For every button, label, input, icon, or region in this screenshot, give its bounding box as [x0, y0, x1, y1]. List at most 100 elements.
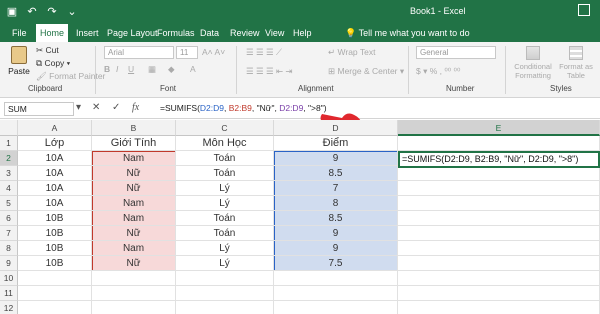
name-box[interactable]: SUM	[4, 102, 74, 116]
grid-cell[interactable]: 10A	[18, 151, 92, 166]
grid-cell[interactable]: Toán	[176, 211, 274, 226]
row-header[interactable]: 6	[0, 211, 18, 226]
grid-cell[interactable]: 8.5	[274, 166, 398, 181]
grid-cell[interactable]	[398, 301, 600, 314]
grid-cell[interactable]: 7.5	[274, 256, 398, 271]
copy-button[interactable]: ⧉ Copy ▾	[36, 58, 70, 69]
tab-help[interactable]: Help	[289, 24, 316, 42]
grid-cell[interactable]: Nam	[92, 196, 176, 211]
fill-color-icon[interactable]: ◆	[168, 64, 175, 75]
grid-cell[interactable]: 10B	[18, 256, 92, 271]
grid-cell[interactable]	[18, 286, 92, 301]
grid-cell[interactable]	[18, 271, 92, 286]
tab-data[interactable]: Data	[196, 24, 223, 42]
row-header[interactable]: 4	[0, 181, 18, 196]
grid-cell[interactable]: Lý	[176, 196, 274, 211]
grid-cell[interactable]: Lý	[176, 256, 274, 271]
undo-icon[interactable]: ↶	[26, 5, 38, 18]
grid-cell[interactable]: Nam	[92, 211, 176, 226]
tell-me-search[interactable]: 💡 Tell me what you want to do	[345, 26, 470, 40]
grid-cell[interactable]: Lý	[176, 241, 274, 256]
cut-button[interactable]: ✂ Cut	[36, 45, 59, 56]
row-header[interactable]: 3	[0, 166, 18, 181]
grid-cell[interactable]	[398, 196, 600, 211]
font-size-box[interactable]: 11	[176, 46, 198, 59]
grid-cell[interactable]: Nam	[92, 241, 176, 256]
grid-cell[interactable]	[18, 301, 92, 314]
grid-cell[interactable]: 10B	[18, 241, 92, 256]
column-header-c[interactable]: C	[176, 120, 274, 136]
grid-cell[interactable]: 10A	[18, 196, 92, 211]
column-header-b[interactable]: B	[92, 120, 176, 136]
align-top-icons[interactable]: ☰ ☰ ☰ ⟋	[246, 47, 282, 58]
grow-shrink-font-icon[interactable]: A˄ A˅	[202, 47, 225, 57]
row-header[interactable]: 1	[0, 136, 18, 151]
grid-cell[interactable]: Nữ	[92, 226, 176, 241]
grid-cell[interactable]	[398, 211, 600, 226]
conditional-formatting-button[interactable]: Conditional Formatting	[512, 46, 554, 80]
name-box-dropdown-icon[interactable]: ▾	[76, 102, 81, 113]
grid-cell[interactable]	[398, 136, 600, 151]
grid-cell[interactable]: 10A	[18, 181, 92, 196]
number-format-box[interactable]: General	[416, 46, 496, 59]
grid-cell[interactable]	[398, 256, 600, 271]
paste-button[interactable]: Paste	[6, 46, 32, 82]
tab-view[interactable]: View	[261, 24, 288, 42]
grid-cell[interactable]	[274, 301, 398, 314]
save-icon[interactable]: ▣	[6, 5, 18, 18]
merge-center-button[interactable]: ⊞ Merge & Center ▾	[328, 66, 404, 77]
grid-cell[interactable]: Nữ	[92, 256, 176, 271]
grid-cell[interactable]: 9	[274, 241, 398, 256]
underline-icon[interactable]: U	[128, 64, 134, 74]
enter-formula-icon[interactable]: ✓	[112, 102, 120, 113]
grid-cell[interactable]	[398, 226, 600, 241]
column-header-a[interactable]: A	[18, 120, 92, 136]
column-header-d[interactable]: D	[274, 120, 398, 136]
grid-cell[interactable]	[398, 181, 600, 196]
grid-cell[interactable]	[274, 286, 398, 301]
tab-insert[interactable]: Insert	[72, 24, 103, 42]
tab-home[interactable]: Home	[36, 24, 69, 42]
tab-formulas[interactable]: Formulas	[153, 24, 199, 42]
borders-icon[interactable]: ▦	[148, 64, 156, 75]
grid-cell[interactable]	[176, 301, 274, 314]
grid-cell[interactable]: Toán	[176, 226, 274, 241]
column-title-cell[interactable]: Giới Tính	[92, 136, 176, 151]
cancel-formula-icon[interactable]: ✕	[92, 102, 100, 113]
insert-function-icon[interactable]: fx	[132, 102, 139, 113]
row-header[interactable]: 9	[0, 256, 18, 271]
row-header[interactable]: 5	[0, 196, 18, 211]
grid-cell[interactable]	[92, 271, 176, 286]
active-cell-e2[interactable]: =SUMIFS(D2:D9, B2:B9, "Nữ", D2:D9, ">8")	[398, 151, 600, 168]
customize-qat-icon[interactable]: ⌄	[66, 5, 78, 18]
grid-cell[interactable]: 7	[274, 181, 398, 196]
grid-cell[interactable]: 10B	[18, 226, 92, 241]
grid-cell[interactable]: 9	[274, 226, 398, 241]
grid-cell[interactable]: 8.5	[274, 211, 398, 226]
grid-cell[interactable]: Nữ	[92, 181, 176, 196]
grid-cell[interactable]	[92, 301, 176, 314]
row-header[interactable]: 11	[0, 286, 18, 301]
row-header[interactable]: 2	[0, 151, 18, 166]
grid-cell[interactable]	[398, 286, 600, 301]
grid-cell[interactable]: Toán	[176, 151, 274, 166]
font-color-icon[interactable]: A	[190, 64, 196, 74]
grid-cell[interactable]: 10A	[18, 166, 92, 181]
grid-cell[interactable]	[398, 271, 600, 286]
tab-review[interactable]: Review	[226, 24, 264, 42]
formula-input[interactable]: =SUMIFS(D2:D9, B2:B9, "Nữ", D2:D9, ">8")	[160, 103, 327, 113]
grid-cell[interactable]	[398, 241, 600, 256]
row-header[interactable]: 7	[0, 226, 18, 241]
row-header[interactable]: 8	[0, 241, 18, 256]
column-title-cell[interactable]: Lớp	[18, 136, 92, 151]
grid-cell[interactable]: Nữ	[92, 166, 176, 181]
italic-icon[interactable]: I	[116, 64, 118, 74]
grid-cell[interactable]: 9	[274, 151, 398, 166]
font-name-box[interactable]: Arial	[104, 46, 174, 59]
tab-file[interactable]: File	[8, 24, 31, 42]
grid-cell[interactable]: Nam	[92, 151, 176, 166]
redo-icon[interactable]: ↷	[46, 5, 58, 18]
column-title-cell[interactable]: Môn Học	[176, 136, 274, 151]
row-header[interactable]: 12	[0, 301, 18, 314]
row-header[interactable]: 10	[0, 271, 18, 286]
